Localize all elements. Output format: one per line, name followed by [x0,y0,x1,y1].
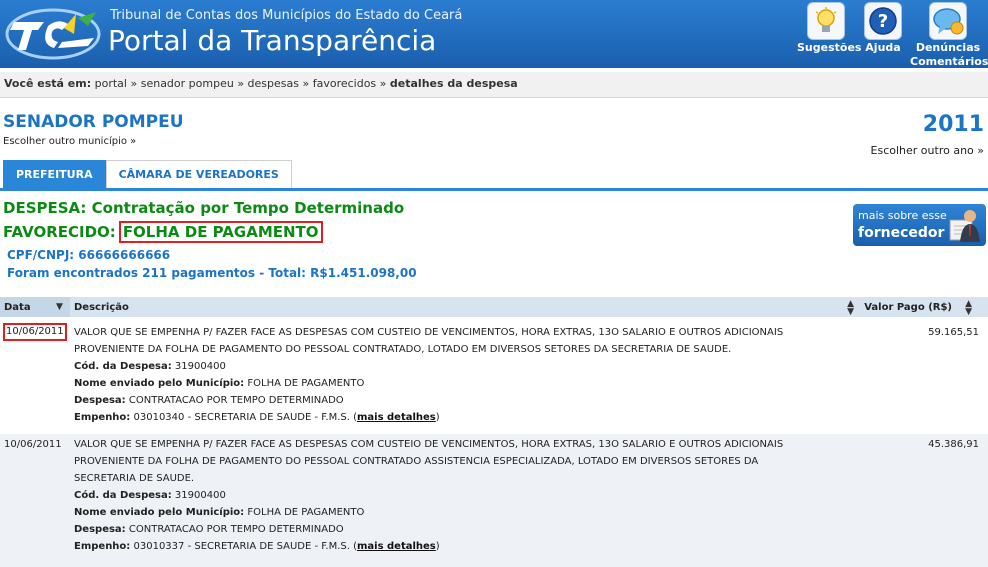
help-button[interactable]: ? Ajuda [862,2,904,54]
row-date: 10/06/2011 [4,439,62,450]
description-text: SECRETARIA DE SAUDE. [74,473,195,484]
help-label: Ajuda [865,41,901,54]
more-details-link[interactable]: mais detalhes [357,412,436,423]
businessman-icon [948,206,980,248]
breadcrumb-separator: » [379,77,387,90]
portal-title[interactable]: Portal da Transparência [108,24,436,57]
despesa-value: CONTRATACAO POR TEMPO DETERMINADO [128,395,344,406]
despesa-label: Despesa: [74,524,126,535]
empenho-value: 03010337 - SECRETARIA DE SAUDE - F.M.S. … [133,541,357,552]
column-header-value[interactable]: Valor Pago (R$) ▲ ▼ [858,297,988,317]
favorecido-value: FOLHA DE PAGAMENTO [118,221,323,243]
more-about-label: mais sobre esse [858,209,947,222]
description-text: VALOR QUE SE EMPENHA P/ FAZER FACE AS DE… [74,327,784,338]
column-date-label: Data [4,301,31,313]
cod-label: Cód. da Despesa: [74,490,172,501]
table-row: 10/06/2011 VALOR QUE SE EMPENHA P/ FAZER… [0,434,988,567]
paren-close: ) [435,412,440,423]
paren-close: ) [435,541,440,552]
complaints-button[interactable]: Denúncias Comentários [910,2,988,68]
nome-value: FOLHA DE PAGAMENTO [247,378,365,389]
despesa-heading: DESPESA: Contratação por Tempo Determina… [3,199,404,217]
breadcrumb-favorecidos[interactable]: favorecidos [313,77,376,90]
help-icon: ? [864,2,902,40]
empenho-label: Empenho: [74,541,131,552]
cod-value: 31900400 [174,361,226,372]
cpf-cnpj: CPF/CNPJ: 66666666666 [7,248,171,262]
breadcrumb-portal[interactable]: portal [95,77,127,90]
description-text: VALOR QUE SE EMPENHA P/ FAZER FACE AS DE… [74,439,784,450]
breadcrumb-senador-pompeu[interactable]: senador pompeu [141,77,234,90]
tab-camara-de-vereadores[interactable]: CÂMARA DE VEREADORES [105,160,292,188]
suggestions-label: Sugestões [797,41,862,54]
despesa-label: Despesa: [74,395,126,406]
comments-label: Comentários [910,55,988,68]
favorecido-label: FAVORECIDO: [3,223,116,241]
breadcrumb-separator: » [302,77,310,90]
payments-summary: Foram encontrados 211 pagamentos - Total… [7,266,417,280]
breadcrumb-separator: » [237,77,245,90]
more-details-link[interactable]: mais detalhes [357,541,436,552]
nome-label: Nome enviado pelo Município: [74,378,245,389]
empenho-value: 03010340 - SECRETARIA DE SAUDE - F.M.S. … [133,412,357,423]
payments-table-header: Data ▼ Descrição ▲ ▼ Valor Pago (R$) ▲ ▼ [0,297,988,317]
city-name: SENADOR POMPEU [3,112,184,132]
empenho-label: Empenho: [74,412,131,423]
lightbulb-icon [807,2,845,40]
breadcrumb: Você está em: portal » senador pompeu » … [0,72,988,98]
comment-bubble-icon [929,2,967,40]
tab-prefeitura[interactable]: PREFEITURA [3,160,106,188]
suggestions-button[interactable]: Sugestões [797,2,862,54]
svg-text:?: ? [878,11,888,32]
description-text: PROVENIENTE DA FOLHA DE PAGAMENTO DO PES… [74,344,732,355]
breadcrumb-current: detalhes da despesa [389,77,518,90]
despesa-value: Contratação por Tempo Determinado [91,199,405,217]
sort-both-icon[interactable]: ▲ ▼ [965,300,972,317]
row-date: 10/06/2011 [3,323,67,341]
more-about-supplier-button[interactable]: mais sobre esse fornecedor [853,204,986,246]
cod-label: Cód. da Despesa: [74,361,172,372]
org-name: Tribunal de Contas dos Municípios do Est… [110,8,463,23]
tab-underline [0,188,988,191]
complaints-label: Denúncias [915,41,981,54]
row-description: VALOR QUE SE EMPENHA P/ FAZER FACE AS DE… [74,324,844,426]
breadcrumb-separator: » [130,77,138,90]
row-value: 59.165,51 [928,327,979,338]
change-year-link[interactable]: Escolher outro ano » [871,144,984,157]
year-value: 2011 [922,112,984,137]
cod-value: 31900400 [174,490,226,501]
entity-tabs: PREFEITURA CÂMARA DE VEREADORES [3,160,292,188]
table-row: 10/06/2011 VALOR QUE SE EMPENHA P/ FAZER… [0,322,988,432]
supplier-label: fornecedor [858,225,945,241]
site-header: Tribunal de Contas dos Municípios do Est… [0,0,988,68]
row-description: VALOR QUE SE EMPENHA P/ FAZER FACE AS DE… [74,436,844,555]
change-city-link[interactable]: Escolher outro município » [3,136,136,147]
favorecido-heading: FAVORECIDO: FOLHA DE PAGAMENTO [3,221,323,243]
tcm-logo[interactable] [4,4,102,62]
despesa-value: CONTRATACAO POR TEMPO DETERMINADO [128,524,344,535]
sort-both-icon[interactable]: ▲ ▼ [847,300,854,317]
breadcrumb-prefix: Você está em: [4,77,92,90]
column-header-date[interactable]: Data ▼ [0,297,70,317]
nome-label: Nome enviado pelo Município: [74,507,245,518]
despesa-label: DESPESA: [3,199,87,217]
column-description-label: Descrição [74,301,129,313]
column-header-description[interactable]: Descrição ▲ ▼ [70,297,858,317]
row-value: 45.386,91 [928,439,979,450]
breadcrumb-despesas[interactable]: despesas [248,77,299,90]
column-value-label: Valor Pago (R$) [864,301,952,313]
nome-value: FOLHA DE PAGAMENTO [247,507,365,518]
description-text: PROVENIENTE DA FOLHA DE PAGAMENTO DO PES… [74,456,759,467]
sort-desc-icon[interactable]: ▼ [56,302,63,312]
